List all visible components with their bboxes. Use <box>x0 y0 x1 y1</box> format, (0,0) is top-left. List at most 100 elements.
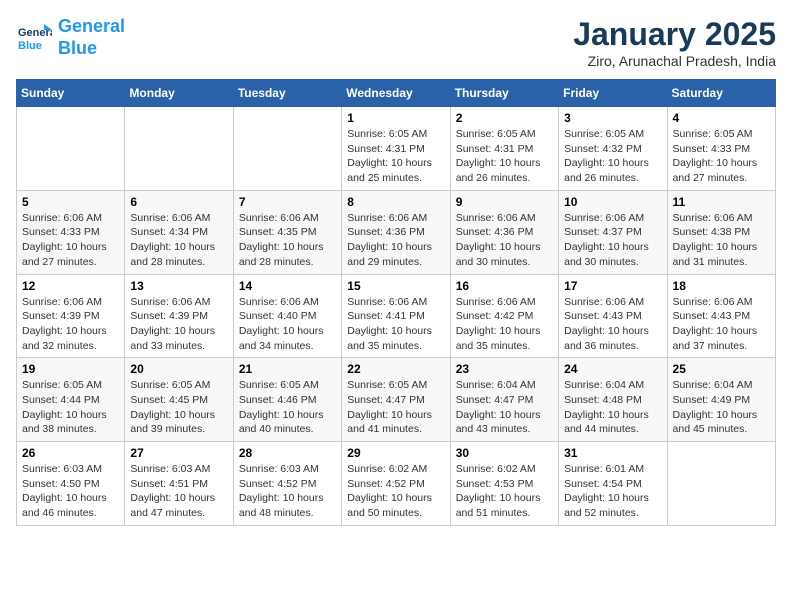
day-info: Sunrise: 6:01 AM Sunset: 4:54 PM Dayligh… <box>564 462 661 521</box>
day-info: Sunrise: 6:06 AM Sunset: 4:33 PM Dayligh… <box>22 211 119 270</box>
day-number: 11 <box>673 195 770 209</box>
day-number: 18 <box>673 279 770 293</box>
day-info: Sunrise: 6:05 AM Sunset: 4:31 PM Dayligh… <box>456 127 553 186</box>
day-number: 15 <box>347 279 444 293</box>
day-number: 30 <box>456 446 553 460</box>
calendar-cell: 22 Sunrise: 6:05 AM Sunset: 4:47 PM Dayli… <box>342 358 450 442</box>
day-number: 13 <box>130 279 227 293</box>
calendar-week-2: 5 Sunrise: 6:06 AM Sunset: 4:33 PM Daylig… <box>17 190 776 274</box>
calendar-week-4: 19 Sunrise: 6:05 AM Sunset: 4:44 PM Dayli… <box>17 358 776 442</box>
svg-text:Blue: Blue <box>18 40 42 52</box>
day-info: Sunrise: 6:05 AM Sunset: 4:44 PM Dayligh… <box>22 378 119 437</box>
calendar-cell: 28Sunrise: 6:03 AM Sunset: 4:52 PM Dayli… <box>233 442 341 526</box>
day-info: Sunrise: 6:04 AM Sunset: 4:47 PM Dayligh… <box>456 378 553 437</box>
day-info: Sunrise: 6:06 AM Sunset: 4:35 PM Dayligh… <box>239 211 336 270</box>
logo-text: General Blue <box>58 16 125 59</box>
calendar-cell: 4 Sunrise: 6:05 AM Sunset: 4:33 PM Daylig… <box>667 107 775 191</box>
calendar-cell: 27 Sunrise: 6:03 AM Sunset: 4:51 PM Dayli… <box>125 442 233 526</box>
day-info: Sunrise: 6:05 AM Sunset: 4:46 PM Dayligh… <box>239 378 336 437</box>
day-number: 10 <box>564 195 661 209</box>
day-info: Sunrise: 6:06 AM Sunset: 4:43 PM Dayligh… <box>564 295 661 354</box>
day-number: 1 <box>347 111 444 125</box>
day-info: Sunrise: 6:06 AM Sunset: 4:34 PM Dayligh… <box>130 211 227 270</box>
day-header-sunday: Sunday <box>17 80 125 107</box>
day-number: 27 <box>130 446 227 460</box>
day-info: Sunrise: 6:06 AM Sunset: 4:36 PM Dayligh… <box>347 211 444 270</box>
calendar-cell: 9Sunrise: 6:06 AM Sunset: 4:36 PM Daylig… <box>450 190 558 274</box>
month-title: January 2025 <box>573 16 776 53</box>
logo: General Blue General Blue <box>16 16 125 59</box>
day-number: 22 <box>347 362 444 376</box>
day-number: 25 <box>673 362 770 376</box>
calendar-cell: 1 Sunrise: 6:05 AM Sunset: 4:31 PM Daylig… <box>342 107 450 191</box>
calendar-cell: 7 Sunrise: 6:06 AM Sunset: 4:35 PM Daylig… <box>233 190 341 274</box>
calendar-cell: 17 Sunrise: 6:06 AM Sunset: 4:43 PM Dayli… <box>559 274 667 358</box>
day-header-tuesday: Tuesday <box>233 80 341 107</box>
day-number: 2 <box>456 111 553 125</box>
day-info: Sunrise: 6:05 AM Sunset: 4:47 PM Dayligh… <box>347 378 444 437</box>
calendar-cell: 31 Sunrise: 6:01 AM Sunset: 4:54 PM Dayli… <box>559 442 667 526</box>
day-info: Sunrise: 6:03 AM Sunset: 4:51 PM Dayligh… <box>130 462 227 521</box>
calendar-cell: 16 Sunrise: 6:06 AM Sunset: 4:42 PM Dayli… <box>450 274 558 358</box>
calendar-cell: 23 Sunrise: 6:04 AM Sunset: 4:47 PM Dayli… <box>450 358 558 442</box>
day-number: 5 <box>22 195 119 209</box>
day-info: Sunrise: 6:04 AM Sunset: 4:48 PM Dayligh… <box>564 378 661 437</box>
day-info: Sunrise: 6:06 AM Sunset: 4:43 PM Dayligh… <box>673 295 770 354</box>
day-info: Sunrise: 6:05 AM Sunset: 4:31 PM Dayligh… <box>347 127 444 186</box>
calendar-cell: 20Sunrise: 6:05 AM Sunset: 4:45 PM Dayli… <box>125 358 233 442</box>
calendar-cell: 6 Sunrise: 6:06 AM Sunset: 4:34 PM Daylig… <box>125 190 233 274</box>
day-number: 3 <box>564 111 661 125</box>
day-number: 29 <box>347 446 444 460</box>
day-info: Sunrise: 6:02 AM Sunset: 4:53 PM Dayligh… <box>456 462 553 521</box>
day-number: 23 <box>456 362 553 376</box>
calendar: SundayMondayTuesdayWednesdayThursdayFrid… <box>16 79 776 526</box>
header: General Blue General Blue January 2025 Z… <box>16 16 776 69</box>
day-number: 17 <box>564 279 661 293</box>
day-number: 16 <box>456 279 553 293</box>
day-number: 7 <box>239 195 336 209</box>
day-number: 21 <box>239 362 336 376</box>
day-number: 12 <box>22 279 119 293</box>
calendar-cell: 26 Sunrise: 6:03 AM Sunset: 4:50 PM Dayli… <box>17 442 125 526</box>
calendar-header-row: SundayMondayTuesdayWednesdayThursdayFrid… <box>17 80 776 107</box>
day-info: Sunrise: 6:06 AM Sunset: 4:42 PM Dayligh… <box>456 295 553 354</box>
day-number: 14 <box>239 279 336 293</box>
day-info: Sunrise: 6:06 AM Sunset: 4:39 PM Dayligh… <box>22 295 119 354</box>
day-info: Sunrise: 6:06 AM Sunset: 4:41 PM Dayligh… <box>347 295 444 354</box>
day-info: Sunrise: 6:06 AM Sunset: 4:38 PM Dayligh… <box>673 211 770 270</box>
day-info: Sunrise: 6:06 AM Sunset: 4:37 PM Dayligh… <box>564 211 661 270</box>
location-subtitle: Ziro, Arunachal Pradesh, India <box>573 53 776 69</box>
day-info: Sunrise: 6:04 AM Sunset: 4:49 PM Dayligh… <box>673 378 770 437</box>
day-number: 31 <box>564 446 661 460</box>
day-number: 26 <box>22 446 119 460</box>
day-number: 4 <box>673 111 770 125</box>
day-number: 24 <box>564 362 661 376</box>
logo-icon: General Blue <box>16 20 52 56</box>
calendar-cell: 30 Sunrise: 6:02 AM Sunset: 4:53 PM Dayli… <box>450 442 558 526</box>
calendar-cell: 2 Sunrise: 6:05 AM Sunset: 4:31 PM Daylig… <box>450 107 558 191</box>
calendar-week-1: 1 Sunrise: 6:05 AM Sunset: 4:31 PM Daylig… <box>17 107 776 191</box>
day-header-friday: Friday <box>559 80 667 107</box>
title-area: January 2025 Ziro, Arunachal Pradesh, In… <box>573 16 776 69</box>
calendar-cell: 19 Sunrise: 6:05 AM Sunset: 4:44 PM Dayli… <box>17 358 125 442</box>
day-info: Sunrise: 6:06 AM Sunset: 4:40 PM Dayligh… <box>239 295 336 354</box>
day-info: Sunrise: 6:03 AM Sunset: 4:52 PM Dayligh… <box>239 462 336 521</box>
day-info: Sunrise: 6:05 AM Sunset: 4:32 PM Dayligh… <box>564 127 661 186</box>
day-info: Sunrise: 6:05 AM Sunset: 4:33 PM Dayligh… <box>673 127 770 186</box>
day-number: 8 <box>347 195 444 209</box>
day-info: Sunrise: 6:03 AM Sunset: 4:50 PM Dayligh… <box>22 462 119 521</box>
calendar-cell: 18 Sunrise: 6:06 AM Sunset: 4:43 PM Dayli… <box>667 274 775 358</box>
calendar-cell <box>667 442 775 526</box>
day-header-wednesday: Wednesday <box>342 80 450 107</box>
day-info: Sunrise: 6:02 AM Sunset: 4:52 PM Dayligh… <box>347 462 444 521</box>
calendar-cell: 29 Sunrise: 6:02 AM Sunset: 4:52 PM Dayli… <box>342 442 450 526</box>
calendar-cell: 12 Sunrise: 6:06 AM Sunset: 4:39 PM Dayli… <box>17 274 125 358</box>
calendar-cell <box>17 107 125 191</box>
day-number: 6 <box>130 195 227 209</box>
logo-line2: Blue <box>58 38 97 58</box>
logo-line1: General <box>58 16 125 36</box>
calendar-cell: 5 Sunrise: 6:06 AM Sunset: 4:33 PM Daylig… <box>17 190 125 274</box>
day-header-monday: Monday <box>125 80 233 107</box>
calendar-cell <box>233 107 341 191</box>
day-number: 19 <box>22 362 119 376</box>
